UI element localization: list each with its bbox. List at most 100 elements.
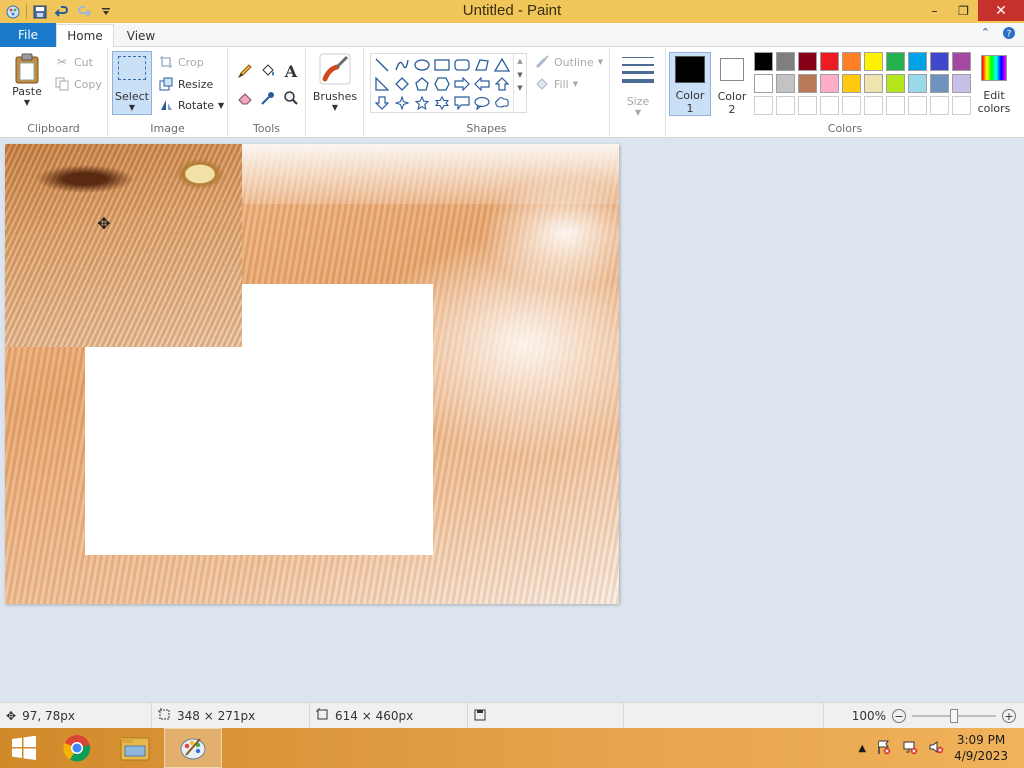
palette-color-swatch[interactable]	[864, 74, 883, 93]
rotate-button[interactable]: Rotate ▼	[158, 95, 224, 115]
palette-color-swatch[interactable]	[798, 96, 817, 115]
restore-button[interactable]: ❐	[949, 0, 978, 21]
shapes-scroll-up-icon[interactable]: ▲	[514, 57, 526, 65]
edit-colors-button[interactable]: Edit colors	[975, 52, 1013, 116]
network-icon[interactable]	[902, 739, 918, 758]
zoom-slider[interactable]	[912, 709, 996, 723]
palette-color-swatch[interactable]	[886, 52, 905, 71]
up-arrow-shape-icon[interactable]	[492, 74, 512, 93]
start-button[interactable]	[0, 728, 48, 768]
select-button[interactable]: Select ▼	[112, 51, 152, 115]
pentagon-shape-icon[interactable]	[412, 74, 432, 93]
rectangle-callout-shape-icon[interactable]	[452, 93, 472, 112]
magnifier-icon[interactable]	[280, 87, 302, 109]
canvas-workspace[interactable]: ✥	[0, 139, 1024, 702]
palette-color-swatch[interactable]	[842, 74, 861, 93]
paste-button[interactable]: Paste ▼	[8, 53, 46, 107]
hexagon-shape-icon[interactable]	[432, 74, 452, 93]
palette-color-swatch[interactable]	[908, 96, 927, 115]
palette-color-swatch[interactable]	[754, 74, 773, 93]
palette-color-swatch[interactable]	[886, 96, 905, 115]
size-dropdown-icon[interactable]: ▼	[635, 108, 641, 117]
fill-bucket-icon[interactable]	[257, 60, 279, 82]
outline-button[interactable]: Outline ▼	[534, 52, 603, 72]
fill-dropdown-icon[interactable]: ▼	[573, 80, 578, 88]
select-dropdown-icon[interactable]: ▼	[113, 103, 151, 112]
minimize-ribbon-icon[interactable]: ⌃	[981, 26, 990, 43]
palette-color-swatch[interactable]	[842, 52, 861, 71]
palette-color-swatch[interactable]	[820, 96, 839, 115]
four-point-star-shape-icon[interactable]	[392, 93, 412, 112]
right-arrow-shape-icon[interactable]	[452, 74, 472, 93]
palette-color-swatch[interactable]	[798, 74, 817, 93]
palette-color-swatch[interactable]	[908, 74, 927, 93]
palette-color-swatch[interactable]	[908, 52, 927, 71]
palette-color-swatch[interactable]	[776, 96, 795, 115]
resize-button[interactable]: Resize	[158, 74, 213, 94]
zoom-slider-thumb[interactable]	[950, 709, 958, 723]
eraser-icon[interactable]	[234, 87, 256, 109]
size-button[interactable]: Size ▼	[618, 53, 658, 117]
tab-view[interactable]: View	[114, 24, 168, 48]
palette-color-swatch[interactable]	[864, 96, 883, 115]
zoom-in-button[interactable]: +	[1002, 709, 1016, 723]
palette-color-swatch[interactable]	[776, 52, 795, 71]
diamond-shape-icon[interactable]	[392, 74, 412, 93]
brushes-button[interactable]: Brushes ▼	[312, 53, 358, 112]
crop-button[interactable]: Crop	[158, 52, 204, 72]
tab-file[interactable]: File	[0, 23, 56, 47]
palette-color-swatch[interactable]	[952, 52, 971, 71]
outline-dropdown-icon[interactable]: ▼	[598, 58, 603, 66]
polygon-shape-icon[interactable]	[472, 55, 492, 74]
action-center-flag-icon[interactable]	[876, 739, 892, 758]
copy-button[interactable]: Copy	[54, 74, 102, 94]
palette-color-swatch[interactable]	[820, 74, 839, 93]
taskbar-clock[interactable]: 3:09 PM 4/9/2023	[954, 732, 1008, 764]
drawing-canvas[interactable]: ✥	[5, 144, 619, 604]
paint-app-icon[interactable]	[2, 0, 24, 23]
undo-icon[interactable]	[51, 0, 73, 23]
shapes-scroll-down-icon[interactable]: ▼	[514, 71, 526, 79]
moved-selection-image[interactable]	[5, 144, 242, 347]
pencil-icon[interactable]	[234, 60, 256, 82]
palette-color-swatch[interactable]	[886, 74, 905, 93]
palette-color-swatch[interactable]	[930, 52, 949, 71]
palette-color-swatch[interactable]	[754, 52, 773, 71]
palette-color-swatch[interactable]	[842, 96, 861, 115]
file-explorer-taskbar-button[interactable]	[106, 728, 164, 768]
palette-color-swatch[interactable]	[798, 52, 817, 71]
palette-color-swatch[interactable]	[864, 52, 883, 71]
palette-color-swatch[interactable]	[776, 74, 795, 93]
oval-callout-shape-icon[interactable]	[472, 93, 492, 112]
five-point-star-shape-icon[interactable]	[412, 93, 432, 112]
oval-shape-icon[interactable]	[412, 55, 432, 74]
customize-qat-icon[interactable]	[95, 0, 117, 23]
show-hidden-icons-icon[interactable]: ▲	[858, 743, 866, 754]
curve-shape-icon[interactable]	[392, 55, 412, 74]
chrome-taskbar-button[interactable]	[48, 728, 106, 768]
shapes-expand-icon[interactable]: ▼	[514, 84, 526, 92]
close-button[interactable]: ✕	[978, 0, 1024, 21]
right-triangle-shape-icon[interactable]	[372, 74, 392, 93]
rectangle-shape-icon[interactable]	[432, 55, 452, 74]
brushes-dropdown-icon[interactable]: ▼	[332, 103, 338, 112]
cut-button[interactable]: ✂ Cut	[54, 52, 93, 72]
paste-dropdown-icon[interactable]: ▼	[24, 98, 30, 107]
color2-button[interactable]: Color 2	[713, 52, 751, 116]
palette-color-swatch[interactable]	[754, 96, 773, 115]
line-shape-icon[interactable]	[372, 55, 392, 74]
redo-icon[interactable]	[73, 0, 95, 23]
palette-color-swatch[interactable]	[952, 74, 971, 93]
left-arrow-shape-icon[interactable]	[472, 74, 492, 93]
palette-color-swatch[interactable]	[952, 96, 971, 115]
help-icon[interactable]: ?	[1002, 26, 1016, 43]
triangle-shape-icon[interactable]	[492, 55, 512, 74]
zoom-out-button[interactable]: −	[892, 709, 906, 723]
palette-color-swatch[interactable]	[930, 74, 949, 93]
palette-color-swatch[interactable]	[820, 52, 839, 71]
save-icon[interactable]	[29, 0, 51, 23]
rounded-rectangle-shape-icon[interactable]	[452, 55, 472, 74]
shapes-gallery-scroll[interactable]: ▲ ▼ ▼	[513, 54, 526, 112]
palette-color-swatch[interactable]	[930, 96, 949, 115]
color-picker-icon[interactable]	[257, 87, 279, 109]
